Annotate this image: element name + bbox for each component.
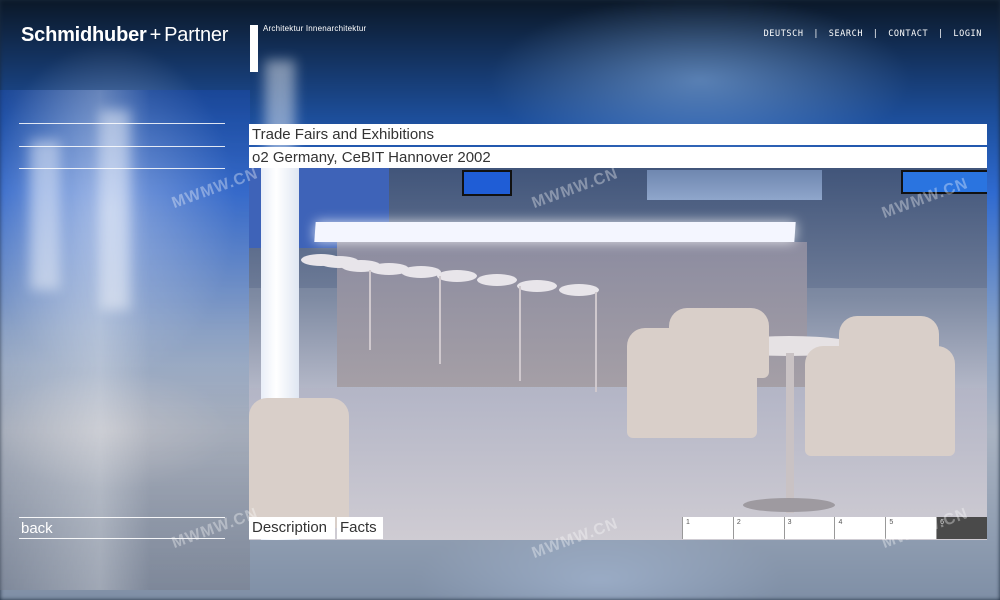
- pager-page-1[interactable]: 1: [682, 517, 733, 539]
- pager-page-4[interactable]: 4: [834, 517, 886, 539]
- project-title: o2 Germany, CeBIT Hannover 2002: [249, 147, 987, 168]
- brand-tagline: Architektur Innenarchitektur: [263, 24, 367, 33]
- back-button[interactable]: back: [19, 517, 225, 539]
- photo-bottle-shelf: [647, 170, 822, 200]
- left-nav-line: [19, 168, 225, 169]
- pager-page-5[interactable]: 5: [885, 517, 937, 539]
- facts-tab[interactable]: Facts: [337, 517, 383, 539]
- photo-bar-stool: [517, 280, 557, 292]
- pager-page-2[interactable]: 2: [732, 517, 784, 539]
- photo-bar-counter-top: [314, 222, 796, 242]
- pager-page-3[interactable]: 3: [783, 517, 835, 539]
- nav-search-link[interactable]: SEARCH: [829, 29, 863, 39]
- nav-login-link[interactable]: LOGIN: [953, 29, 982, 39]
- description-tab[interactable]: Description: [249, 517, 335, 539]
- photo-chair: [669, 308, 769, 378]
- photo-screen: [462, 170, 512, 196]
- background-light-pillar: [100, 110, 130, 310]
- nav-separator: |: [937, 29, 944, 39]
- pager-page-6-active[interactable]: 6: [936, 517, 987, 539]
- photo-stool-leg: [595, 292, 597, 392]
- brand-name-bold: Schmidhuber: [21, 24, 147, 46]
- header-divider-bar: [250, 25, 258, 72]
- brand-plus: +: [149, 24, 162, 46]
- left-nav-line: [19, 123, 225, 124]
- photo-stool-leg: [369, 270, 371, 350]
- top-navigation: DEUTSCH | SEARCH | CONTACT | LOGIN: [764, 29, 982, 39]
- photo-bar-stool: [477, 274, 517, 286]
- photo-bar-stool: [559, 284, 599, 296]
- nav-deutsch-link[interactable]: DEUTSCH: [764, 29, 804, 39]
- photo-stool-leg: [519, 286, 521, 381]
- nav-separator: |: [813, 29, 820, 39]
- photo-table-base: [743, 498, 835, 512]
- photo-screen: [901, 170, 987, 194]
- image-pager: 1 2 3 4 5 6: [682, 517, 987, 539]
- brand-logo[interactable]: Schmidhuber + Partner: [21, 24, 228, 47]
- category-title: Trade Fairs and Exhibitions: [249, 124, 987, 145]
- nav-contact-link[interactable]: CONTACT: [888, 29, 928, 39]
- photo-bar-stool: [437, 270, 477, 282]
- background-light-pillar: [30, 140, 60, 290]
- project-photo: [249, 168, 987, 540]
- left-nav-line: [19, 146, 225, 147]
- photo-stool-leg: [439, 276, 441, 364]
- photo-chair: [805, 346, 955, 456]
- brand-name-light: Partner: [164, 24, 229, 46]
- photo-bar-stool: [401, 266, 441, 278]
- photo-table-stem: [786, 353, 794, 513]
- nav-separator: |: [872, 29, 879, 39]
- photo-chair: [249, 398, 349, 528]
